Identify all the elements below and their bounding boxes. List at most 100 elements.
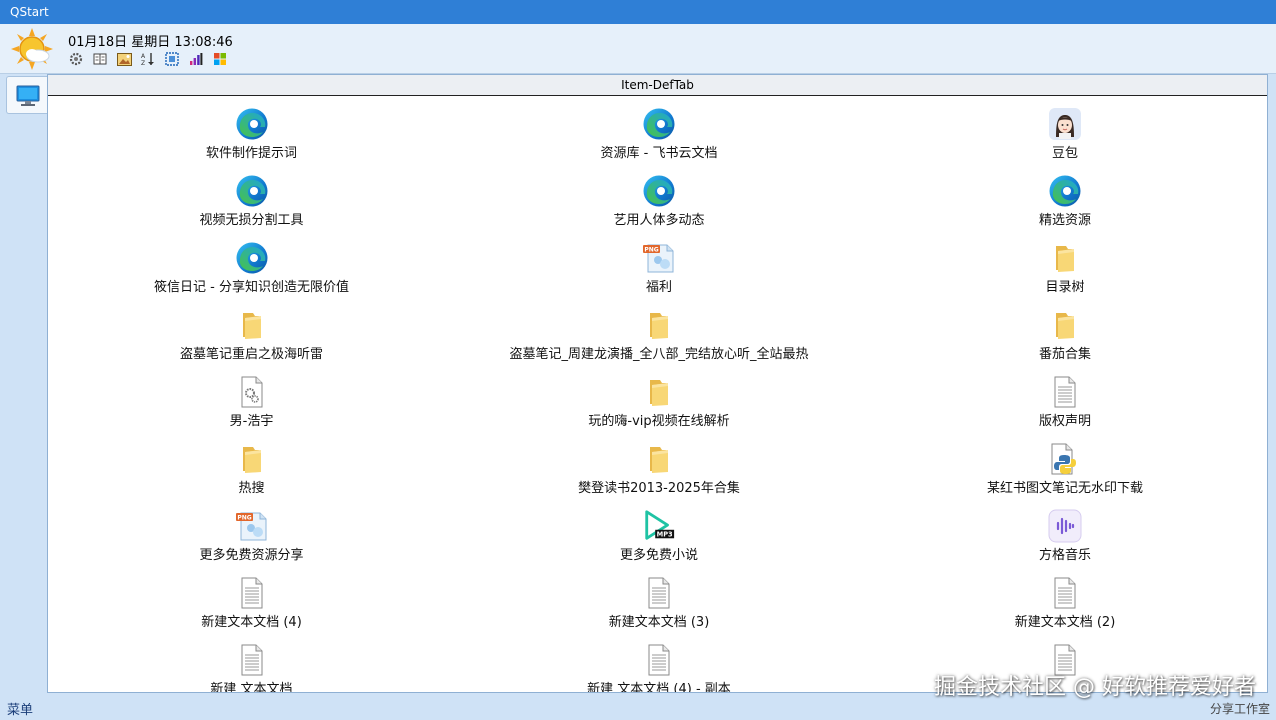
window-title-bar: QStart [0, 0, 1276, 24]
text-document-icon [235, 643, 269, 677]
shortcut-label: 资源库 - 飞书云文档 [600, 146, 718, 161]
shortcut-item[interactable]: MP3 更多免费小说 [455, 499, 863, 566]
shortcut-item[interactable]: PNG 福利 [455, 231, 863, 298]
shortcut-item[interactable]: 新建文本文档 (4) [48, 566, 455, 633]
tab-item-deftab[interactable]: Item-DefTab [48, 75, 1267, 96]
shortcut-label: 盗墓笔记_周建龙演播_全八部_完结放心听_全站最热 [509, 347, 809, 362]
shortcut-label: 更多免费资源分享 [199, 548, 304, 563]
weather-sun-icon[interactable] [10, 27, 54, 71]
svg-text:MP3: MP3 [657, 530, 673, 538]
shortcut-item[interactable]: 新建文本文档 (3) [455, 566, 863, 633]
shortcut-item[interactable]: PNG 更多免费资源分享 [48, 499, 455, 566]
book-icon[interactable] [92, 51, 108, 67]
shortcut-label: 方格音乐 [1038, 548, 1091, 563]
signal-chart-icon[interactable] [188, 51, 204, 67]
shortcut-label: 新建 文本文档 (4) - 副本 [587, 682, 731, 693]
shortcut-item[interactable]: 热搜 [48, 432, 455, 499]
shortcut-item[interactable]: 豆包 [863, 97, 1267, 164]
png-image-file-icon: PNG [235, 509, 269, 543]
shortcut-item[interactable]: 视频无损分割工具 [48, 164, 455, 231]
shortcut-label: 番茄合集 [1038, 347, 1091, 362]
shortcut-label: 艺用人体多动态 [613, 213, 705, 228]
shortcut-label: 新建文本文档 (2) [1014, 615, 1116, 630]
shortcut-item[interactable]: 番茄合集 [863, 298, 1267, 365]
edge-browser-icon [1048, 174, 1082, 208]
folder-icon [1048, 241, 1082, 275]
datetime-display: 01月18日 星期日 13:08:46 [68, 35, 233, 50]
text-document-icon [235, 576, 269, 610]
shortcut-item[interactable]: 玩的嗨-vip视频在线解析 [455, 365, 863, 432]
folder-icon [642, 308, 676, 342]
shortcut-label: 福利 [645, 280, 672, 295]
shortcut-label: 软件制作提示词 [205, 146, 297, 161]
monitor-icon [16, 85, 40, 106]
toolbar: AZ [68, 51, 228, 67]
shortcut-item[interactable]: 盗墓笔记_周建龙演播_全八部_完结放心听_全站最热 [455, 298, 863, 365]
text-document-icon [642, 643, 676, 677]
svg-text:PNG: PNG [644, 247, 658, 254]
edge-browser-icon [642, 174, 676, 208]
shortcut-item[interactable]: 男-浩宇 [48, 365, 455, 432]
shortcut-item[interactable]: 方格音乐 [863, 499, 1267, 566]
shortcut-label: 玩的嗨-vip视频在线解析 [588, 414, 730, 429]
python-file-icon [1048, 442, 1082, 476]
text-document-icon [1048, 375, 1082, 409]
sort-icon[interactable]: AZ [140, 51, 156, 67]
windows-logo-icon[interactable] [212, 51, 228, 67]
folder-icon [642, 375, 676, 409]
shortcut-item[interactable]: 樊登读书2013-2025年合集 [455, 432, 863, 499]
shortcut-item[interactable]: 新建 文本文档 (4) - 副本 [455, 633, 863, 693]
shortcut-label: 盗墓笔记重启之极海听雷 [179, 347, 323, 362]
header: 01月18日 星期日 13:08:46 AZ [0, 24, 1276, 74]
shortcut-label: 新建文本文档 (3) [608, 615, 710, 630]
shortcut-item[interactable]: 目录树 [863, 231, 1267, 298]
shortcut-item[interactable]: 某红书图文笔记无水印下载 [863, 432, 1267, 499]
folder-icon [235, 442, 269, 476]
png-image-file-icon: PNG [642, 241, 676, 275]
svg-text:Z: Z [141, 60, 145, 66]
shortcut-label: 豆包 [1051, 146, 1078, 161]
picture-icon[interactable] [116, 51, 132, 67]
shortcut-label: 版权声明 [1038, 414, 1091, 429]
shortcut-item[interactable]: 精选资源 [863, 164, 1267, 231]
shortcut-label: 热搜 [238, 481, 265, 496]
shortcut-label: 视频无损分割工具 [199, 213, 304, 228]
shortcut-label: 樊登读书2013-2025年合集 [578, 481, 740, 496]
folder-icon [1048, 308, 1082, 342]
item-grid: 软件制作提示词 资源库 - 飞书云文档 豆包视频无损分割工具 艺用人体多动态 精选资源筱… [48, 97, 1267, 693]
window-title: QStart [10, 5, 49, 19]
shortcut-label: 某红书图文笔记无水印下载 [986, 481, 1143, 496]
svg-text:PNG: PNG [237, 515, 251, 522]
text-document-icon [642, 576, 676, 610]
items-panel: Item-DefTab 软件制作提示词 资源库 - 飞书云文档 豆包视频无损分割工具… [47, 74, 1268, 693]
svg-text:A: A [141, 53, 146, 60]
menu-button[interactable]: 菜单 [7, 699, 33, 718]
text-document-icon [1048, 576, 1082, 610]
shortcut-label: 目录树 [1045, 280, 1085, 295]
edge-browser-icon [235, 107, 269, 141]
shortcut-item[interactable]: 新建文本文档 (2) [863, 566, 1267, 633]
shortcut-item[interactable]: 资源库 - 飞书云文档 [455, 97, 863, 164]
edge-browser-icon [235, 241, 269, 275]
shortcut-item[interactable]: 新建 文本文档 [48, 633, 455, 693]
shortcut-label: 更多免费小说 [619, 548, 698, 563]
status-right-text: 分享工作室 [1209, 702, 1270, 716]
mp3-audio-file-icon: MP3 [642, 509, 676, 543]
gear-icon[interactable] [68, 51, 84, 67]
shortcut-item[interactable]: 盗墓笔记重启之极海听雷 [48, 298, 455, 365]
shortcut-item[interactable]: 艺用人体多动态 [455, 164, 863, 231]
shortcut-item[interactable]: 软件制作提示词 [48, 97, 455, 164]
music-app-icon [1048, 509, 1082, 543]
doubao-app-icon [1048, 107, 1082, 141]
shortcut-label: 新建 文本文档 [210, 682, 293, 693]
settings-file-icon [235, 375, 269, 409]
sidebar-tab-desktop[interactable] [6, 76, 48, 114]
capture-icon[interactable] [164, 51, 180, 67]
edge-browser-icon [235, 174, 269, 208]
shortcut-label: 精选资源 [1038, 213, 1091, 228]
shortcut-label: 新建文本文档 (4) [201, 615, 302, 630]
shortcut-item[interactable]: 筱信日记 - 分享知识创造无限价值 [48, 231, 455, 298]
edge-browser-icon [642, 107, 676, 141]
watermark-text: 掘金技术社区 @ 好软推荐爱好者 [934, 675, 1256, 700]
shortcut-item[interactable]: 版权声明 [863, 365, 1267, 432]
